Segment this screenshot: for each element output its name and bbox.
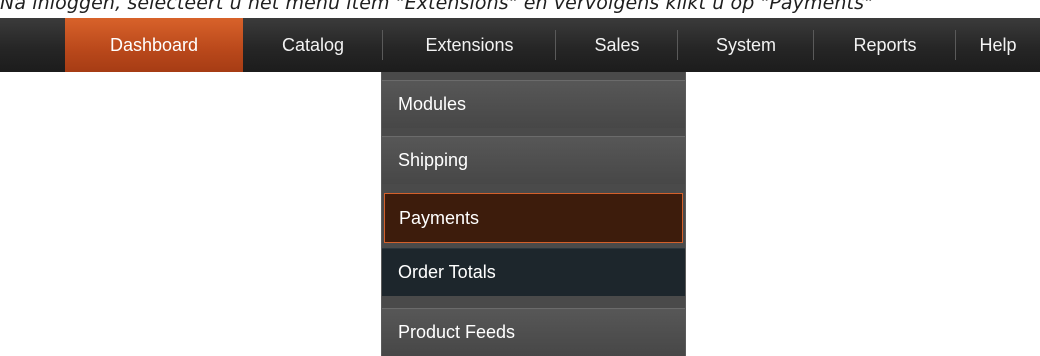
- menu-item-label: System: [715, 34, 776, 55]
- menu-item-label: Reports: [853, 34, 917, 55]
- dropdown-item-label: Payments: [399, 207, 480, 228]
- menu-item-label: Sales: [594, 34, 640, 55]
- menu-item-label: Catalog: [281, 34, 345, 55]
- menu-item-label: Help: [979, 34, 1017, 55]
- dropdown-item-product-feeds[interactable]: Product Feeds: [382, 308, 685, 356]
- dropdown-item-label: Shipping: [398, 150, 469, 170]
- menu-item-sales[interactable]: Sales: [556, 18, 678, 72]
- dropdown-item-label: Order Totals: [398, 262, 496, 282]
- menu-bar-spacer: [0, 18, 65, 72]
- dropdown-item-label: Product Feeds: [398, 322, 516, 342]
- menu-item-system[interactable]: System: [678, 18, 814, 72]
- dropdown-item-label: Modules: [398, 94, 467, 114]
- menu-item-label: Extensions: [425, 34, 514, 55]
- menu-item-catalog[interactable]: Catalog: [243, 18, 383, 72]
- instruction-caption: Na inloggen, selecteert u het menu item …: [0, 0, 873, 14]
- menu-item-label: Dashboard: [109, 34, 199, 55]
- menu-item-reports[interactable]: Reports: [814, 18, 956, 72]
- dropdown-item-payments[interactable]: Payments: [384, 193, 683, 243]
- dropdown-item-modules[interactable]: Modules: [382, 80, 685, 128]
- menu-item-help[interactable]: Help: [956, 18, 1040, 72]
- dropdown-item-order-totals[interactable]: Order Totals: [382, 248, 685, 296]
- extensions-dropdown-menu: Modules Shipping Payments Order Totals P…: [381, 72, 686, 356]
- menu-item-dashboard[interactable]: Dashboard: [65, 18, 243, 72]
- menu-item-extensions[interactable]: Extensions: [383, 18, 556, 72]
- main-menu-bar: Dashboard Catalog Extensions Sales Syste…: [0, 18, 1040, 72]
- dropdown-item-shipping[interactable]: Shipping: [382, 136, 685, 184]
